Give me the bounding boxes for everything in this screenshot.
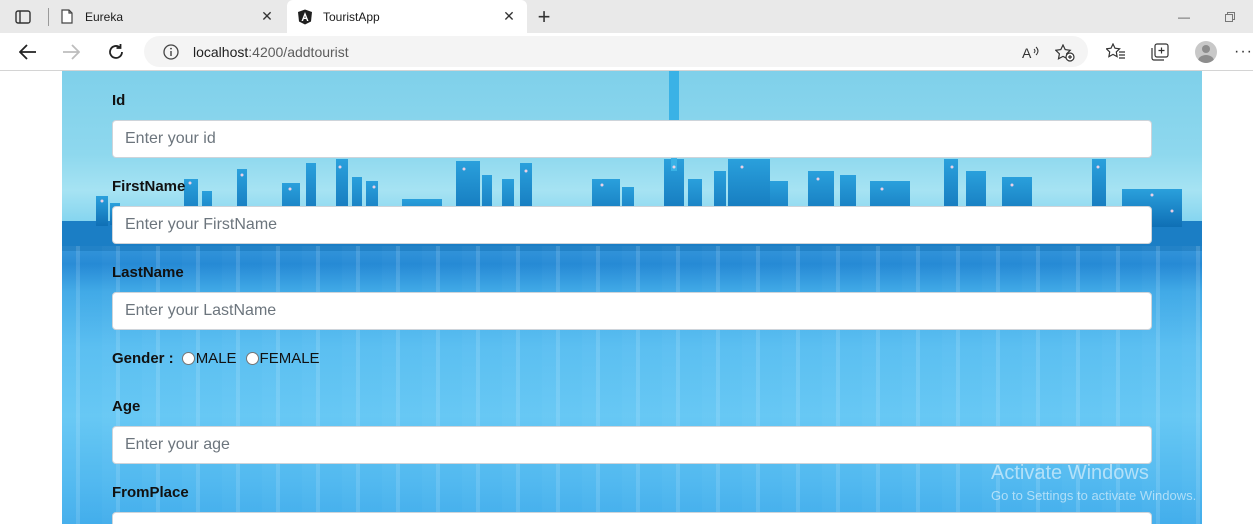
age-input[interactable]	[112, 426, 1152, 464]
restore-icon[interactable]	[1207, 0, 1253, 33]
profile-avatar[interactable]	[1191, 37, 1221, 67]
tab-strip: Eureka ✕ TouristApp ✕ + —	[0, 0, 1253, 33]
back-icon[interactable]	[13, 37, 43, 67]
id-input[interactable]	[112, 120, 1152, 158]
minimize-icon[interactable]: —	[1161, 0, 1207, 33]
fromplace-input[interactable]	[112, 512, 1152, 524]
tab-touristapp[interactable]: TouristApp ✕	[287, 0, 527, 33]
fromplace-label: FromPlace	[112, 484, 189, 501]
url-path: :4200/addtourist	[248, 43, 349, 60]
more-options-icon[interactable]: ···	[1234, 37, 1253, 67]
page-icon	[59, 9, 75, 25]
forward-icon[interactable]	[56, 37, 86, 67]
new-tab-icon[interactable]: +	[530, 4, 558, 30]
svg-text:A: A	[1022, 45, 1032, 61]
url-text: localhost:4200/addtourist	[193, 44, 349, 60]
close-icon[interactable]: ✕	[259, 8, 275, 25]
gender-male-label: MALE	[195, 350, 237, 367]
gender-label: Gender :	[112, 350, 174, 367]
avatar	[1195, 41, 1217, 63]
lastname-input[interactable]	[112, 292, 1152, 330]
gender-female-radio[interactable]	[245, 352, 259, 365]
tab-eureka[interactable]: Eureka ✕	[49, 0, 285, 33]
lastname-label: LastName	[112, 264, 184, 281]
window-controls: —	[1161, 0, 1253, 33]
url-host: localhost	[193, 43, 249, 60]
close-icon[interactable]: ✕	[501, 8, 517, 25]
gender-female-label: FEMALE	[259, 350, 320, 367]
firstname-label: FirstName	[112, 178, 186, 195]
angular-icon	[297, 9, 313, 25]
age-label: Age	[112, 398, 141, 415]
watermark-title: Activate Windows	[991, 462, 1149, 484]
gender-group: Gender : MALE FEMALE	[112, 350, 329, 367]
gender-male-radio[interactable]	[181, 352, 195, 365]
refresh-icon[interactable]	[101, 37, 131, 67]
info-icon[interactable]	[162, 43, 180, 61]
browser-toolbar: localhost:4200/addtourist A ···	[0, 33, 1253, 71]
page-content: Id FirstName LastName Gender : MALE FEMA…	[0, 71, 1253, 524]
firstname-input[interactable]	[112, 206, 1152, 244]
tab-title: Eureka	[85, 9, 124, 24]
tab-title: TouristApp	[323, 9, 380, 24]
activate-windows-watermark: Activate Windows Go to Settings to activ…	[991, 462, 1196, 503]
favorite-add-icon[interactable]	[1054, 42, 1076, 64]
tab-actions-icon[interactable]	[8, 6, 38, 28]
collections-icon[interactable]	[1146, 37, 1176, 67]
address-bar[interactable]: localhost:4200/addtourist A	[144, 36, 1088, 67]
watermark-subtitle: Go to Settings to activate Windows.	[991, 488, 1197, 503]
id-label: Id	[112, 92, 126, 109]
read-aloud-icon[interactable]: A	[1020, 42, 1042, 64]
favorites-icon[interactable]	[1101, 37, 1131, 67]
